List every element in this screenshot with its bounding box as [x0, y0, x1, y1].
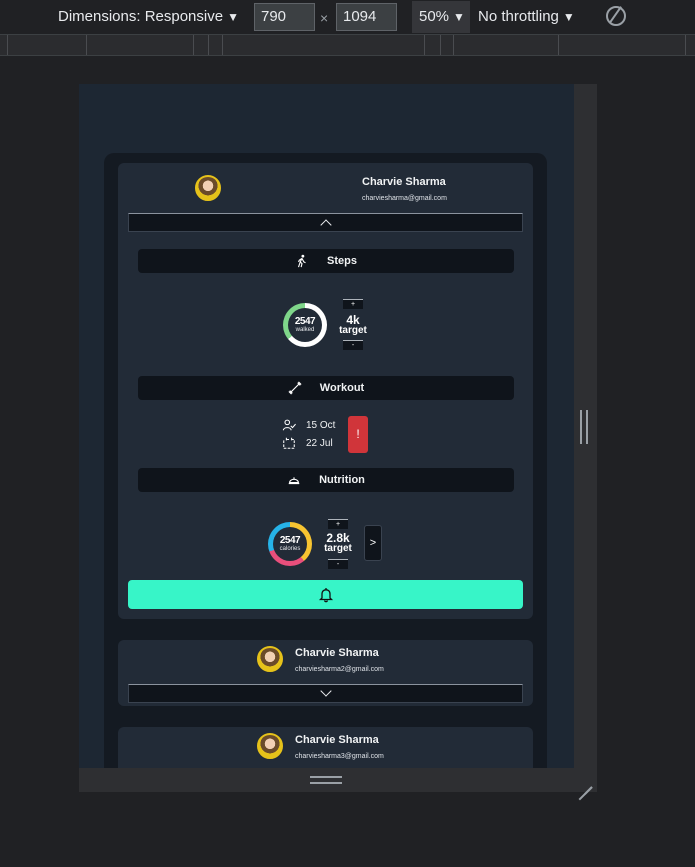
avatar	[195, 175, 221, 201]
throttling-label: No throttling	[478, 8, 559, 25]
user-name: Charvie Sharma	[362, 176, 446, 188]
rotate-icon[interactable]	[606, 6, 626, 26]
zoom-label: 50%	[419, 8, 450, 25]
calories-ring: 2547 calories	[268, 522, 312, 566]
nutrition-decrement-button[interactable]: -	[328, 559, 348, 569]
user-name: Charvie Sharma	[295, 734, 379, 746]
drag-handle-icon[interactable]	[310, 776, 342, 784]
workout-header[interactable]: Workout	[138, 376, 514, 400]
user-name: Charvie Sharma	[295, 647, 379, 659]
nutrition-header[interactable]: Nutrition	[138, 468, 514, 492]
user-card-collapsed: Charvie Sharma charviesharma2@gmail.com	[118, 640, 533, 706]
resize-corner-icon[interactable]	[578, 774, 592, 788]
calories-value: 2547	[279, 534, 301, 546]
steps-title: Steps	[327, 255, 357, 267]
workout-last-row: 15 Oct	[282, 418, 335, 432]
dimensions-label: Dimensions: Responsive	[58, 8, 224, 25]
dropdown-caret-icon: ▼	[227, 10, 239, 24]
throttling-dropdown[interactable]: No throttling ▼	[478, 8, 575, 25]
user-email: charviesharma@gmail.com	[362, 195, 447, 202]
steps-header[interactable]: Steps	[138, 249, 514, 273]
calories-label: calories	[279, 545, 301, 552]
nutrition-increment-button[interactable]: +	[328, 519, 348, 529]
steps-target-label: target	[339, 325, 367, 336]
expand-button[interactable]	[128, 684, 523, 703]
workout-title: Workout	[319, 382, 365, 394]
workout-date-1: 15 Oct	[306, 419, 336, 431]
calendar-icon	[283, 437, 295, 449]
person-check-icon	[282, 419, 296, 431]
steps-walked-label: walked	[295, 326, 315, 333]
drag-handle-icon[interactable]	[580, 410, 588, 444]
dimensions-dropdown[interactable]: Dimensions: Responsive ▼	[58, 8, 239, 25]
dropdown-caret-icon: ▼	[453, 10, 465, 24]
steps-walked-value: 2547	[294, 315, 316, 327]
collapse-button[interactable]	[128, 213, 523, 232]
workout-next-row: 22 Jul	[282, 436, 333, 450]
user-card-collapsed: Charvie Sharma charviesharma3@gmail.com	[118, 727, 533, 768]
steps-progress-ring: 2547 walked	[283, 303, 327, 347]
nutrition-target-label: target	[324, 543, 352, 554]
user-email: charviesharma2@gmail.com	[295, 666, 384, 673]
device-viewport: Charvie Sharma charviesharma@gmail.com S…	[79, 84, 574, 768]
avatar	[257, 733, 283, 759]
avatar	[257, 646, 283, 672]
nutrition-next-button[interactable]: >	[364, 525, 382, 561]
walk-icon	[297, 254, 306, 268]
user-card-expanded: Charvie Sharma charviesharma@gmail.com S…	[118, 163, 533, 619]
zoom-dropdown[interactable]: 50% ▼	[412, 1, 470, 33]
height-input[interactable]: 1094	[336, 3, 397, 31]
user-email: charviesharma3@gmail.com	[295, 753, 384, 760]
chevron-up-icon	[319, 219, 332, 231]
steps-decrement-button[interactable]: -	[343, 340, 363, 350]
dumbbell-icon	[288, 381, 302, 395]
bell-icon	[318, 587, 333, 602]
steps-increment-button[interactable]: +	[343, 299, 363, 309]
cloche-icon	[288, 477, 300, 485]
workout-date-2: 22 Jul	[306, 437, 333, 449]
devtools-toolbar: Dimensions: Responsive ▼ 790 × 1094 50% ▼ …	[0, 0, 695, 34]
nutrition-title: Nutrition	[319, 474, 365, 486]
app-container: Charvie Sharma charviesharma@gmail.com S…	[104, 153, 547, 768]
media-query-bar[interactable]	[0, 34, 695, 56]
workout-alert-button[interactable]: !	[348, 416, 368, 453]
notify-button[interactable]	[128, 580, 523, 609]
chevron-down-icon	[319, 685, 332, 697]
times-label: ×	[320, 10, 329, 26]
dropdown-caret-icon: ▼	[562, 10, 575, 24]
width-input[interactable]: 790	[254, 3, 315, 31]
